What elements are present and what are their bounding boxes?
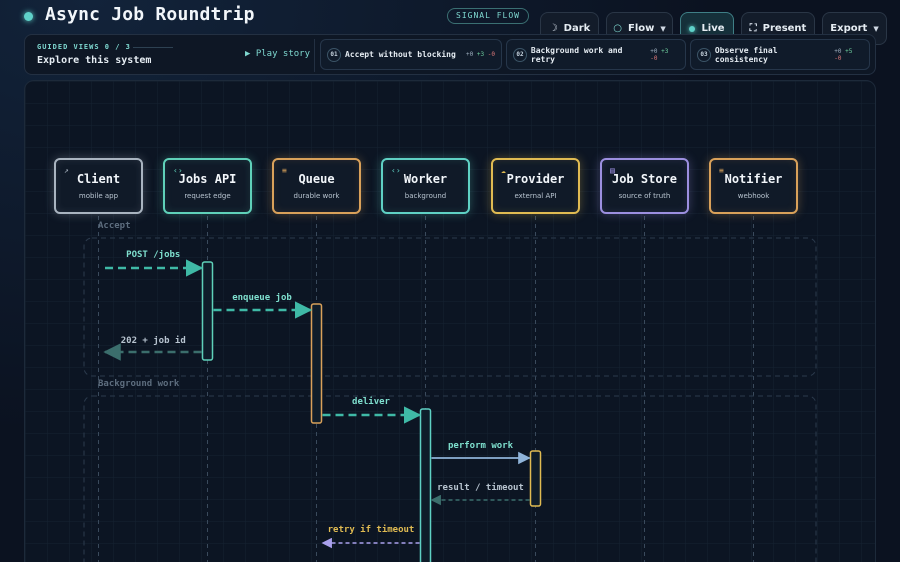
message-label: 202 + job id <box>121 335 186 346</box>
actor-name: Notifier <box>724 172 783 186</box>
message-label: retry if timeout <box>328 524 415 535</box>
activation-bar <box>419 408 432 562</box>
actor-subtitle: background <box>404 192 447 200</box>
code-icon: ‹› <box>391 166 401 175</box>
section-label-accept: Accept <box>98 221 131 231</box>
actor-client[interactable]: ↗ Client mobile app <box>54 158 143 214</box>
actor-subtitle: webhook <box>737 192 770 200</box>
list-icon: ≡ <box>719 166 724 175</box>
actor-name: Queue <box>298 172 335 186</box>
actor-name: Jobs API <box>178 172 237 186</box>
actor-name: Provider <box>506 172 565 186</box>
actor-notifier[interactable]: ≡ Notifier webhook <box>709 158 798 214</box>
message-label: result / timeout <box>437 482 524 493</box>
section-label-background: Background work <box>98 379 180 389</box>
actor-subtitle: mobile app <box>78 192 119 200</box>
actor-subtitle: source of truth <box>618 192 671 200</box>
message-label: perform work <box>448 441 514 451</box>
message-label: deliver <box>352 396 391 407</box>
activation-bar <box>310 303 323 424</box>
section-frame-accept <box>83 237 817 377</box>
activation-bar <box>529 450 542 507</box>
cloud-icon: ☁ <box>501 166 506 175</box>
database-icon: ▤ <box>610 166 615 175</box>
actor-name: Client <box>76 172 121 186</box>
actor-subtitle: external API <box>514 192 557 200</box>
sequence-diagram: POST /jobs enqueue job 202 + job id deliver… <box>83 216 817 562</box>
actor-subtitle: durable work <box>293 192 340 200</box>
activation-bar <box>201 261 214 361</box>
actor-jobs-api[interactable]: ‹› Jobs API request edge <box>163 158 252 214</box>
actor-name: Job Store <box>611 172 678 186</box>
actor-queue[interactable]: ≡ Queue durable work <box>272 158 361 214</box>
external-link-icon: ↗ <box>64 166 69 175</box>
list-icon: ≡ <box>282 166 287 175</box>
message-label: enqueue job <box>232 292 292 303</box>
actor-worker[interactable]: ‹› Worker background <box>381 158 470 214</box>
message-label: POST /jobs <box>126 249 180 260</box>
code-icon: ‹› <box>173 166 183 175</box>
actor-name: Worker <box>403 172 448 186</box>
actor-provider[interactable]: ☁ Provider external API <box>491 158 580 214</box>
actor-job-store[interactable]: ▤ Job Store source of truth <box>600 158 689 214</box>
section-frame-background <box>83 395 817 562</box>
actor-subtitle: request edge <box>184 192 231 200</box>
